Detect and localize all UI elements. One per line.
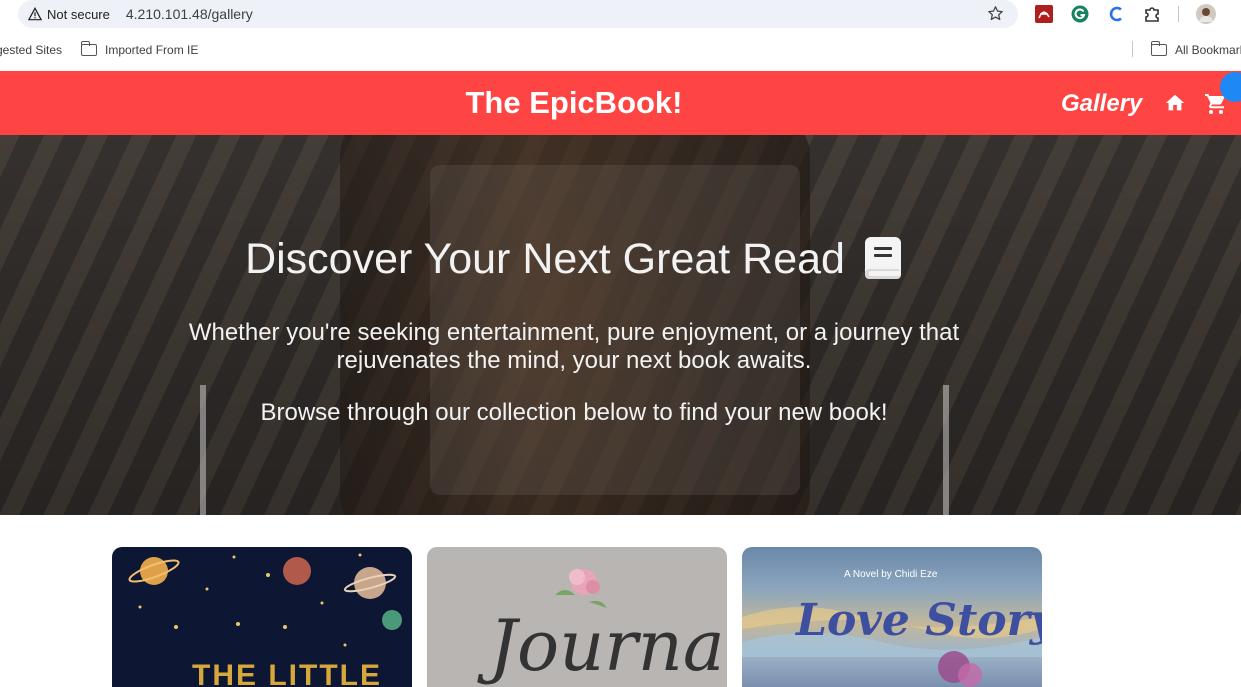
bookmark-star-icon[interactable] bbox=[987, 5, 1004, 22]
hero-subtitle: Whether you're seeking entertainment, pu… bbox=[188, 319, 960, 374]
profile-avatar[interactable] bbox=[1196, 4, 1216, 24]
bookmark-label: gested Sites bbox=[0, 43, 63, 57]
url-text[interactable]: 4.210.101.48/gallery bbox=[126, 6, 253, 22]
book-cover-title: Journal bbox=[489, 605, 727, 687]
bookmarks-bar: gested Sites Imported From IE All Bookma… bbox=[0, 40, 1241, 62]
home-icon[interactable] bbox=[1164, 92, 1186, 114]
c-icon[interactable] bbox=[1107, 5, 1125, 23]
browser-toolbar: Not secure 4.210.101.48/gallery bbox=[0, 0, 1241, 28]
nav-gallery-link[interactable]: Gallery bbox=[1061, 90, 1142, 118]
hero-title: Discover Your Next Great Read bbox=[0, 235, 1148, 285]
hero-browse-text: Browse through our collection below to f… bbox=[260, 399, 888, 426]
book-cover-title: Love Story bbox=[796, 595, 1042, 646]
grammarly-icon[interactable] bbox=[1071, 5, 1089, 23]
folder-icon bbox=[1150, 41, 1167, 56]
security-label: Not secure bbox=[47, 6, 110, 22]
security-indicator[interactable]: Not secure bbox=[28, 7, 110, 22]
brand-title[interactable]: The EpicBook! bbox=[0, 85, 1148, 121]
bookmark-imported-from-ie[interactable]: Imported From IE bbox=[80, 41, 199, 57]
bookmark-label: Imported From IE bbox=[105, 43, 199, 57]
puzzle-icon[interactable] bbox=[1143, 5, 1161, 23]
book-card[interactable]: A Novel by Chidi Eze Love Story bbox=[742, 547, 1042, 687]
book-icon bbox=[864, 236, 901, 279]
folder-icon bbox=[80, 41, 97, 56]
bookmarks-divider bbox=[1132, 41, 1133, 57]
warning-icon bbox=[28, 7, 42, 21]
address-bar[interactable]: Not secure 4.210.101.48/gallery bbox=[18, 0, 1018, 28]
book-cover-title: THE LITTLE bbox=[192, 659, 382, 687]
pdf-icon[interactable] bbox=[1035, 5, 1053, 23]
bookmark-suggested-sites[interactable]: gested Sites bbox=[0, 43, 62, 57]
book-card[interactable]: Journal bbox=[427, 547, 727, 687]
bookmark-label: All Bookmark bbox=[1175, 43, 1241, 57]
toolbar-divider bbox=[1178, 6, 1179, 22]
hero-banner: Discover Your Next Great Read Whether yo… bbox=[0, 135, 1241, 515]
book-cover-author: A Novel by Chidi Eze bbox=[844, 569, 938, 580]
bookmark-all-bookmarks[interactable]: All Bookmark bbox=[1150, 41, 1241, 57]
app-navbar: The EpicBook! Gallery bbox=[0, 71, 1241, 135]
hero-title-text: Discover Your Next Great Read bbox=[245, 235, 845, 283]
book-card[interactable]: THE LITTLE bbox=[112, 547, 412, 687]
